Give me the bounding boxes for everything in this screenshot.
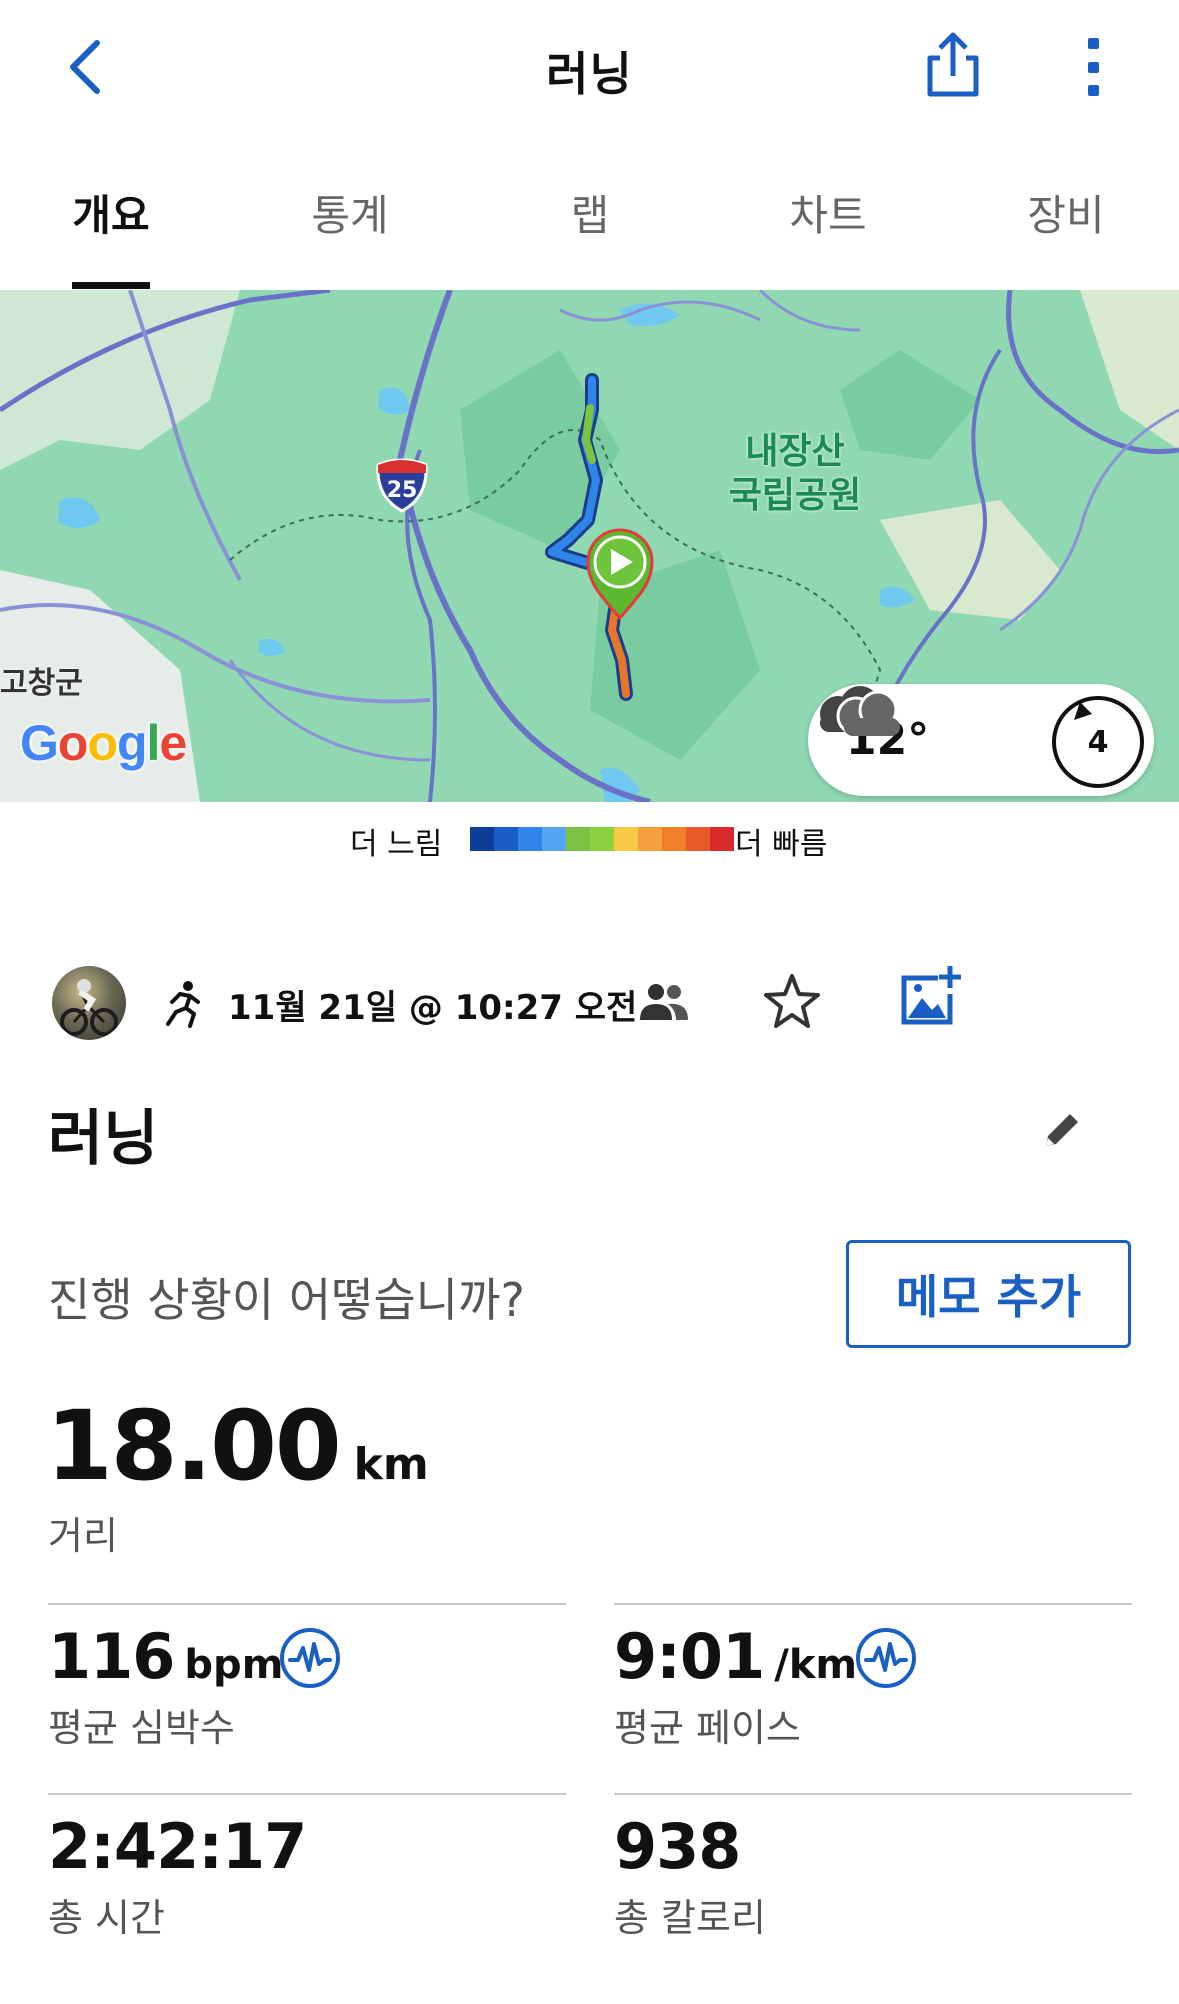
heart-rate-chart-icon[interactable] [280,1628,340,1688]
distance-unit: km [353,1439,429,1490]
divider [614,1603,1132,1605]
running-icon [166,981,200,1028]
legend-swatch [590,827,614,851]
more-dot-icon [1087,38,1099,49]
active-tab-indicator [72,282,150,289]
distance-stat: 18.00 km [46,1390,429,1502]
heart-rate-value: 116 [48,1620,175,1693]
legend-swatch [566,827,590,851]
activity-meta-row: 11월 21일 @ 10:27 오전 [0,960,1179,1050]
top-bar: 러닝 [0,0,1179,140]
activity-date-time: 11월 21일 @ 10:27 오전 [228,988,638,1028]
legend-swatch [614,827,638,851]
avatar-image [60,979,118,1036]
calories-stat: 938 [614,1810,741,1883]
heart-rate-stat: 116 bpm [48,1620,283,1693]
tab-bar: 개요 통계 랩 차트 장비 [0,160,1179,290]
legend-swatch [638,827,662,851]
distance-label: 거리 [48,1514,118,1558]
pace-chart-icon[interactable] [856,1628,916,1688]
heart-rate-unit: bpm [184,1642,284,1688]
tab-gear[interactable]: 장비 [986,182,1146,243]
wind-direction-icon [1074,702,1092,720]
tab-overview[interactable]: 개요 [31,182,191,243]
page-title: 러닝 [546,47,633,101]
tab-laps[interactable]: 랩 [510,182,670,243]
divider [614,1793,1132,1795]
legend-swatch [494,827,518,851]
legend-swatch [542,827,566,851]
pace-value: 9:01 [614,1620,765,1693]
park-label-line2: 국립공원 [728,475,862,516]
legend-swatch [686,827,710,851]
tab-stats[interactable]: 통계 [270,182,430,243]
share-button[interactable] [918,30,988,100]
pulse-icon [288,1642,332,1672]
park-label-line1: 내장산 [745,431,845,472]
wind-speed: 4 [1087,724,1109,760]
legend-swatch [518,827,542,851]
star-icon[interactable] [762,972,822,1032]
total-time-value: 2:42:17 [48,1810,307,1883]
legend-fast-label: 더 빠름 [735,827,828,862]
more-options-button[interactable] [1075,32,1111,102]
calories-label: 총 칼로리 [614,1896,766,1940]
town-label: 고창군 [0,666,83,701]
highway-shield-icon: 25 [372,453,432,513]
legend-swatch [662,827,686,851]
total-time-label: 총 시간 [48,1896,165,1940]
more-dot-icon [1087,85,1099,96]
pace-legend: 더 느림 더 빠름 [0,815,1179,865]
pulse-icon [864,1642,908,1672]
total-time-stat: 2:42:17 [48,1810,307,1883]
distance-value: 18.00 [46,1390,342,1502]
highway-number: 25 [387,478,418,503]
park-label: 내장산 국립공원 [700,430,890,518]
share-icon [927,32,979,97]
pencil-icon[interactable] [1040,1108,1084,1152]
pace-stat: 9:01/km [614,1620,857,1693]
wind-indicator: 4 [1052,696,1144,788]
add-memo-button[interactable]: 메모 추가 [846,1240,1131,1348]
legend-slow-label: 더 느림 [350,827,443,862]
divider [48,1603,566,1605]
more-dot-icon [1087,61,1099,73]
legend-color-bar [470,827,734,851]
avatar[interactable] [52,966,126,1040]
divider [48,1793,566,1795]
legend-swatch [470,827,494,851]
google-logo: Google [20,715,187,771]
calories-value: 938 [614,1810,741,1883]
activity-name: 러닝 [48,1104,159,1174]
legend-swatch [710,827,734,851]
pace-unit: /km [774,1642,858,1688]
progress-prompt: 진행 상황이 어떻습니까? [48,1273,525,1327]
route-map[interactable]: 25 내장산 국립공원 고창군 Google 12° 4 [0,290,1179,802]
tab-charts[interactable]: 차트 [748,182,908,243]
weather-badge: 12° 4 [808,684,1154,796]
add-photo-icon[interactable] [898,964,962,1028]
people-icon[interactable] [636,980,692,1024]
heart-rate-label: 평균 심박수 [48,1706,235,1750]
pace-label: 평균 페이스 [614,1706,801,1750]
cloud-icon [820,686,900,736]
